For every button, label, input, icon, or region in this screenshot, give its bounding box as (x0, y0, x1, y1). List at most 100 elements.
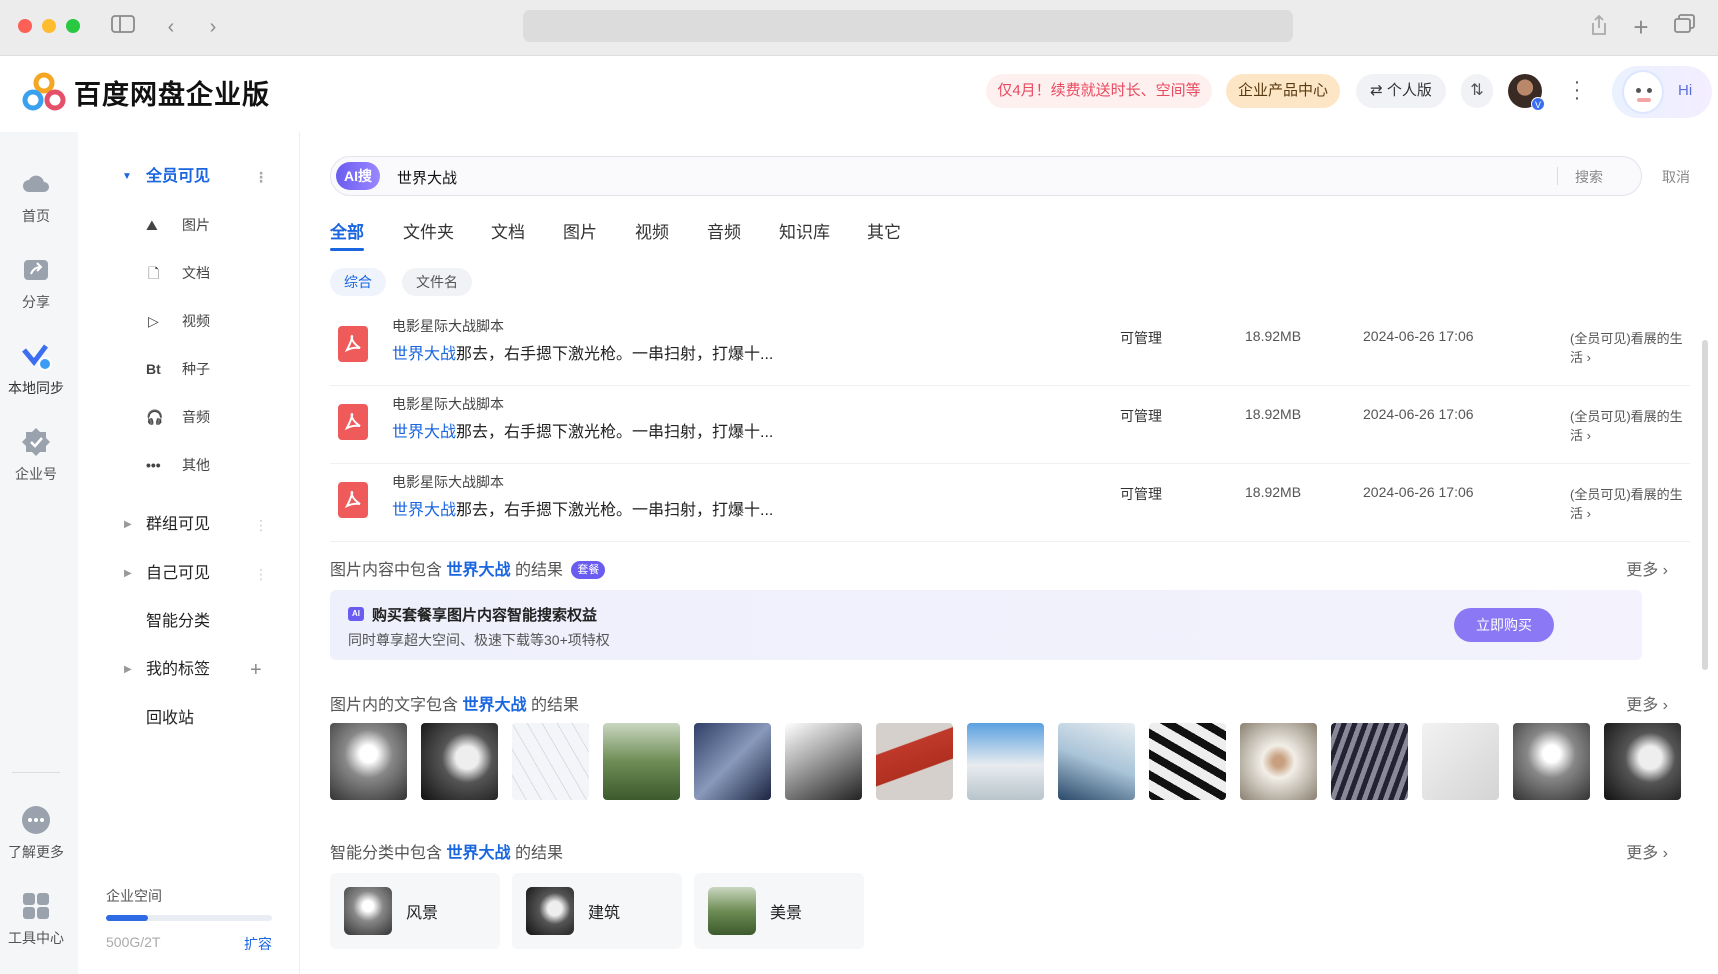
image-thumbnail[interactable] (1604, 723, 1681, 800)
keyword-highlight: 世界大战 (392, 502, 457, 519)
buy-now-button[interactable]: 立即购买 (1454, 608, 1554, 642)
tab-overview-icon[interactable] (1672, 14, 1698, 40)
tree-options-icon[interactable]: ⋮ (254, 556, 268, 592)
image-thumbnail[interactable] (603, 723, 680, 800)
image-thumbnail[interactable] (1240, 723, 1317, 800)
category-card-scenery[interactable]: 美景 (694, 873, 864, 949)
baidu-cloud-logo-icon (22, 72, 66, 111)
smart-category-section-title: 智能分类中包含 世界大战 的结果 (330, 839, 563, 863)
add-tag-icon[interactable]: + (250, 652, 262, 688)
tab-folders[interactable]: 文件夹 (403, 218, 454, 243)
file-location-link[interactable]: (全员可见)看展的生活 › (1570, 406, 1690, 444)
file-result-row[interactable]: 电影星际大战脚本 世界大战那去，右手摁下激光枪。一串扫射，打爆十... 可管理 … (330, 386, 1690, 464)
image-text-more-link[interactable]: 更多 › (1626, 691, 1668, 715)
image-thumbnail[interactable] (1149, 723, 1226, 800)
file-snippet-text: 那去，右手摁下激光枪。一串扫射，打爆十... (456, 424, 774, 441)
ai-search-badge[interactable]: AI搜 (336, 162, 380, 190)
tab-other[interactable]: 其它 (867, 218, 901, 243)
nav-divider (12, 772, 60, 773)
category-card-landscape[interactable]: 风景 (330, 873, 500, 949)
smart-category-more-link[interactable]: 更多 › (1626, 839, 1668, 863)
more-menu-icon[interactable]: · · · (1572, 72, 1582, 108)
tab-audio[interactable]: 音频 (707, 218, 741, 243)
cancel-search-button[interactable]: 取消 (1662, 167, 1690, 187)
back-arrow-icon[interactable]: ‹ (158, 14, 184, 40)
transfer-icon[interactable]: ⇅ (1461, 74, 1493, 108)
search-button[interactable]: 搜索 (1575, 167, 1603, 187)
tree-all-visible[interactable]: ▼ 全员可见 ⋮ (78, 159, 300, 195)
tree-sub-audio[interactable]: 🎧 音频 (78, 399, 300, 435)
tree-options-icon[interactable]: ⋮ (254, 507, 268, 543)
user-avatar[interactable]: V (1508, 74, 1545, 111)
image-thumbnail[interactable] (421, 723, 498, 800)
tree-group-visible[interactable]: ▶ 群组可见 ⋮ (78, 507, 300, 543)
tree-smart-category[interactable]: 智能分类 (78, 604, 300, 640)
tree-sub-docs[interactable]: 🗋 文档 (78, 255, 300, 291)
tree-self-visible[interactable]: ▶ 自己可见 ⋮ (78, 556, 300, 592)
tab-knowledge-base[interactable]: 知识库 (779, 218, 830, 243)
more-dots-icon (22, 806, 50, 834)
image-content-more-link[interactable]: 更多 › (1626, 556, 1668, 580)
file-location-link[interactable]: (全员可见)看展的生活 › (1570, 328, 1690, 366)
expand-storage-link[interactable]: 扩容 (244, 934, 272, 954)
nav-home[interactable]: 首页 (0, 168, 72, 226)
promo-banner[interactable]: 仅4月！续费就送时长、空间等 (986, 74, 1212, 108)
tab-all[interactable]: 全部 (330, 218, 364, 243)
file-result-row[interactable]: 电影星际大战脚本 世界大战那去，右手摁下激光枪。一串扫射，打爆十... 可管理 … (330, 464, 1690, 542)
image-thumbnail[interactable] (512, 723, 589, 800)
personal-edition-button[interactable]: ⇄ 个人版 (1356, 74, 1446, 108)
brand-logo[interactable]: 百度网盘企业版 (22, 72, 270, 112)
more-label: 更多 (1626, 697, 1659, 714)
share-icon[interactable] (1586, 14, 1612, 40)
tree-recycle-bin[interactable]: 回收站 (78, 701, 300, 737)
image-thumbnail[interactable] (694, 723, 771, 800)
tree-sub-torrent[interactable]: Bt 种子 (78, 351, 300, 387)
chevron-right-icon: › (1658, 845, 1668, 862)
image-thumbnail[interactable] (330, 723, 407, 800)
nav-tool-center[interactable]: 工具中心 (0, 890, 72, 948)
image-thumbnail[interactable] (1513, 723, 1590, 800)
forward-arrow-icon[interactable]: › (200, 14, 226, 40)
file-location-link[interactable]: (全员可见)看展的生活 › (1570, 484, 1690, 522)
search-bar[interactable]: AI搜 世界大战 搜索 (330, 156, 1642, 196)
tree-sub-images[interactable]: ⛰ 图片 (78, 207, 300, 243)
zoom-window-button[interactable] (66, 19, 80, 33)
close-window-button[interactable] (18, 19, 32, 33)
search-query-input[interactable]: 世界大战 (397, 167, 457, 188)
tree-options-icon[interactable]: ⋮ (254, 170, 268, 184)
file-result-row[interactable]: 电影星际大战脚本 世界大战那去，右手摁下激光枪。一串扫射，打爆十... 可管理 … (330, 308, 1690, 386)
file-snippet: 世界大战那去，右手摁下激光枪。一串扫射，打爆十... (392, 340, 773, 364)
image-thumbnail[interactable] (876, 723, 953, 800)
nav-share[interactable]: 分享 (0, 254, 72, 312)
filter-chip-filename[interactable]: 文件名 (402, 268, 472, 296)
sidebar-toggle-icon[interactable] (110, 14, 136, 40)
image-thumbnail[interactable] (1058, 723, 1135, 800)
tab-images[interactable]: 图片 (563, 218, 597, 243)
nav-local-sync[interactable]: 本地同步 (0, 340, 72, 398)
image-thumbnail[interactable] (785, 723, 862, 800)
vertical-scrollbar[interactable] (1702, 340, 1708, 670)
category-label: 建筑 (588, 905, 621, 922)
new-tab-icon[interactable]: + (1628, 14, 1654, 40)
nav-enterprise[interactable]: 企业号 (0, 426, 72, 484)
tree-sub-video[interactable]: ▷ 视频 (78, 303, 300, 339)
tree-my-tags[interactable]: ▶ 我的标签 + (78, 652, 300, 688)
image-thumbnail[interactable] (967, 723, 1044, 800)
tree-sub-other[interactable]: ••• 其他 (78, 447, 300, 483)
category-thumbnail (526, 887, 574, 935)
tab-videos[interactable]: 视频 (635, 218, 669, 243)
nav-learn-more-label: 了解更多 (8, 844, 64, 860)
file-size: 18.92MB (1245, 484, 1302, 500)
upgrade-promo-card: AI 购买套餐享图片内容智能搜索权益 同时尊享超大空间、极速下载等30+项特权 … (330, 590, 1642, 660)
address-bar[interactable] (523, 10, 1293, 42)
tree-all-visible-label: 全员可见 (146, 168, 211, 185)
image-thumbnail[interactable] (1422, 723, 1499, 800)
assistant-widget[interactable]: Hi (1612, 66, 1712, 118)
filter-chip-comprehensive[interactable]: 综合 (330, 268, 386, 296)
image-thumbnail[interactable] (1331, 723, 1408, 800)
minimize-window-button[interactable] (42, 19, 56, 33)
category-card-architecture[interactable]: 建筑 (512, 873, 682, 949)
nav-learn-more[interactable]: 了解更多 (0, 804, 72, 862)
tab-documents[interactable]: 文档 (491, 218, 525, 243)
product-center-button[interactable]: 企业产品中心 (1226, 74, 1340, 108)
